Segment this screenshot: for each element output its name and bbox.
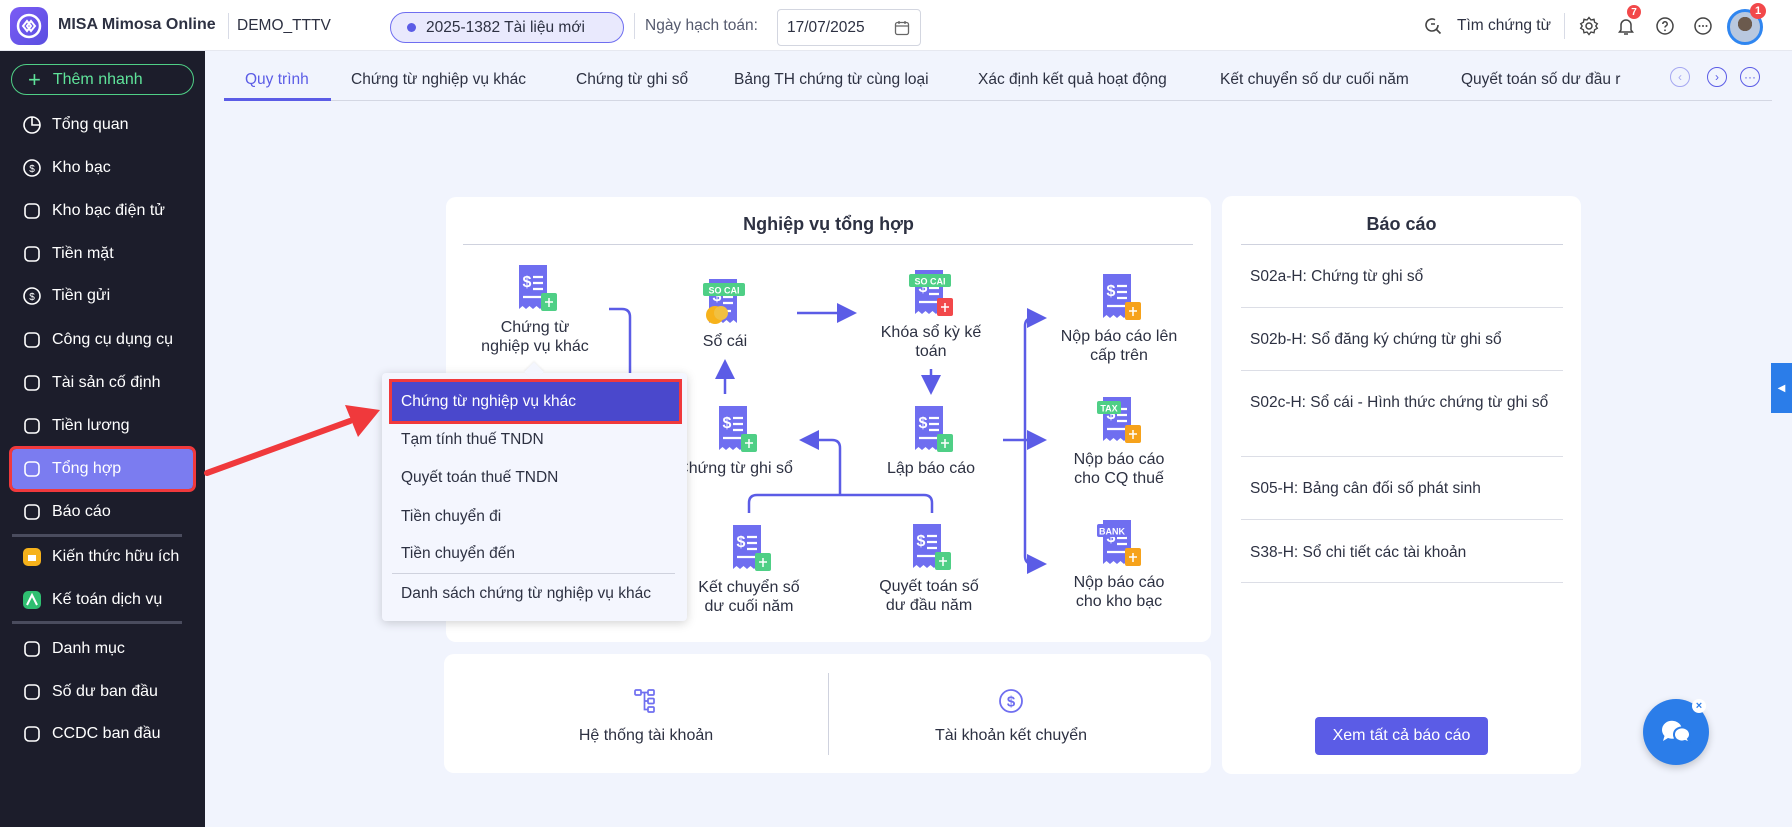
close-chat-icon[interactable]: × bbox=[1692, 699, 1706, 713]
collapse-panel-button[interactable]: ◀ bbox=[1771, 363, 1792, 413]
annotation-arrow-icon bbox=[204, 405, 380, 476]
chat-bubbles-icon bbox=[1661, 720, 1693, 745]
